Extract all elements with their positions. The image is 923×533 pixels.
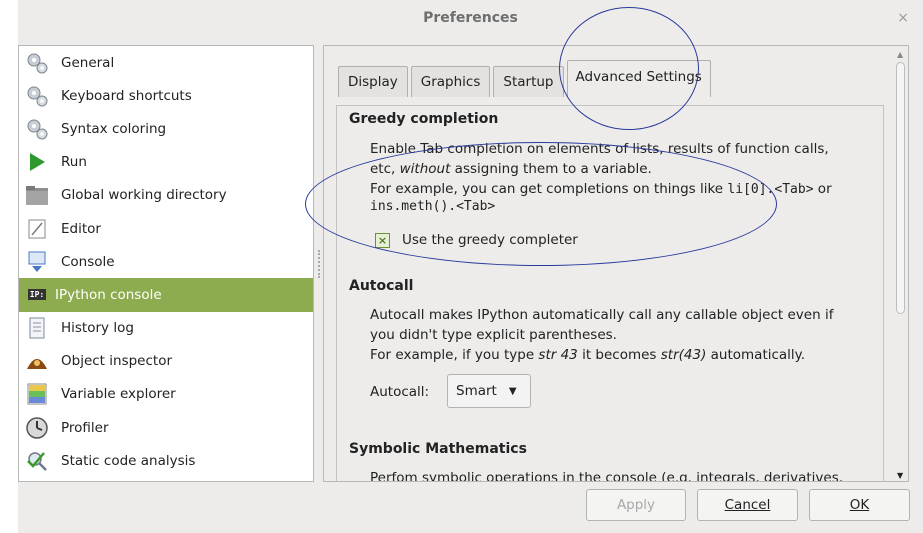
sidebar-item-variable-explorer[interactable]: Variable explorer	[19, 378, 313, 411]
sidebar-item-static-code-analysis[interactable]: Static code analysis	[19, 444, 313, 477]
text-segment: assigning them to a variable.	[450, 161, 652, 177]
autocall-label: Autocall:	[370, 384, 430, 400]
symbolic-line-1: Perfom symbolic operations in the consol…	[370, 470, 844, 482]
sidebar-item-label: Static code analysis	[61, 452, 196, 469]
scroll-down-icon[interactable]: ▼	[897, 471, 903, 480]
sidebar-item-history-log[interactable]: History log	[19, 312, 313, 345]
autocall-line-1: Autocall makes IPython automatically cal…	[370, 307, 834, 323]
sidebar-item-label: Run	[61, 154, 87, 171]
editor-icon	[25, 217, 49, 241]
greedy-description: Enable Tab completion on elements of lis…	[370, 139, 880, 214]
code-analysis-icon	[25, 449, 49, 473]
play-icon	[25, 150, 49, 174]
preferences-window: Preferences × General Keyboard shortcuts…	[18, 0, 923, 533]
window-title: Preferences	[423, 10, 518, 26]
tab-display[interactable]: Display	[338, 66, 408, 97]
sidebar-item-label: General	[61, 54, 115, 71]
sidebar-item-object-inspector[interactable]: Object inspector	[19, 345, 313, 378]
history-icon	[25, 316, 49, 340]
variable-explorer-icon	[25, 382, 49, 406]
sidebar-item-label: Keyboard shortcuts	[61, 87, 192, 104]
greedy-completer-checkbox[interactable]: ×	[375, 232, 390, 248]
ipython-icon: IP:	[25, 283, 49, 307]
tab-graphics[interactable]: Graphics	[410, 66, 491, 97]
autocall-select[interactable]: Smart ▼	[447, 374, 531, 408]
gears-icon	[25, 117, 49, 141]
ok-button[interactable]: OK	[809, 489, 910, 521]
greedy-line-2: etc, without assigning them to a variabl…	[370, 159, 880, 179]
splitter-handle[interactable]	[318, 250, 322, 278]
console-icon	[25, 250, 49, 274]
preferences-sidebar: General Keyboard shortcuts Syntax colori…	[18, 45, 314, 482]
gears-icon	[25, 51, 49, 75]
text-segment: it becomes	[577, 347, 661, 363]
settings-panel: Display Graphics Startup Advanced Settin…	[323, 45, 909, 482]
greedy-completer-checkbox-row[interactable]: × Use the greedy completer	[375, 232, 578, 248]
code-text: li[0].<Tab>	[727, 182, 814, 197]
ipython-badge: IP:	[27, 289, 47, 301]
scrollbar-thumb[interactable]	[896, 62, 905, 314]
sidebar-item-label: Variable explorer	[61, 386, 176, 403]
greedy-completer-label: Use the greedy completer	[402, 232, 578, 248]
sidebar-item-label: Editor	[61, 220, 101, 237]
sidebar-item-ipython-console[interactable]: IP: IPython console	[19, 278, 313, 312]
text-segment: For example, you can get completions on …	[370, 181, 728, 197]
cancel-button[interactable]: Cancel	[697, 489, 798, 521]
tab-startup[interactable]: Startup	[493, 66, 564, 97]
autocall-line-2: you didn't type explicit parentheses.	[370, 327, 617, 343]
sidebar-item-editor[interactable]: Editor	[19, 212, 313, 245]
chevron-down-icon: ▼	[508, 385, 517, 397]
sidebar-item-label: Console	[61, 253, 115, 270]
tab-advanced-settings[interactable]: Advanced Settings	[566, 60, 711, 97]
greedy-completion-title: Greedy completion	[349, 111, 499, 127]
sidebar-item-profiler[interactable]: Profiler	[19, 411, 313, 444]
sidebar-item-syntax-coloring[interactable]: Syntax coloring	[19, 112, 313, 145]
inspector-icon	[25, 349, 49, 373]
text-segment: For example, if you type	[370, 347, 539, 363]
sidebar-item-console[interactable]: Console	[19, 245, 313, 278]
autocall-line-3: For example, if you type str 43 it becom…	[370, 345, 880, 365]
sidebar-item-general[interactable]: General	[19, 46, 313, 79]
sidebar-item-keyboard-shortcuts[interactable]: Keyboard shortcuts	[19, 79, 313, 112]
greedy-line-4: ins.meth().<Tab>	[370, 199, 496, 214]
tab-content: Greedy completion Enable Tab completion …	[336, 105, 884, 482]
sidebar-item-global-working-directory[interactable]: Global working directory	[19, 179, 313, 212]
emphasis-text: str(43)	[660, 347, 707, 363]
greedy-line-1: Enable Tab completion on elements of lis…	[370, 141, 829, 157]
emphasis-text: without	[399, 161, 451, 177]
profiler-icon	[25, 416, 49, 440]
text-segment: automatically.	[706, 347, 806, 363]
folder-icon	[25, 183, 49, 207]
gears-icon	[25, 84, 49, 108]
text-segment: or	[813, 181, 832, 197]
sidebar-item-label: IPython console	[55, 286, 162, 303]
apply-button[interactable]: Apply	[586, 489, 686, 521]
greedy-line-3: For example, you can get completions on …	[370, 179, 880, 200]
autocall-title: Autocall	[349, 278, 414, 294]
emphasis-text: str 43	[538, 347, 578, 363]
autocall-description: Autocall makes IPython automatically cal…	[370, 305, 880, 365]
vertical-scrollbar[interactable]: ▲ ▼	[894, 46, 908, 481]
sidebar-item-label: Global working directory	[61, 187, 227, 204]
text-segment: etc,	[370, 161, 400, 177]
close-icon[interactable]: ×	[897, 0, 909, 36]
scroll-up-icon[interactable]: ▲	[897, 50, 903, 59]
sidebar-item-label: History log	[61, 320, 134, 337]
sidebar-item-label: Profiler	[61, 419, 109, 436]
sidebar-item-label: Syntax coloring	[61, 120, 167, 137]
symbolic-mathematics-title: Symbolic Mathematics	[349, 441, 527, 457]
sidebar-item-run[interactable]: Run	[19, 146, 313, 179]
autocall-select-value: Smart	[456, 383, 497, 399]
tab-bar: Display Graphics Startup Advanced Settin…	[338, 60, 714, 97]
sidebar-item-label: Object inspector	[61, 353, 172, 370]
